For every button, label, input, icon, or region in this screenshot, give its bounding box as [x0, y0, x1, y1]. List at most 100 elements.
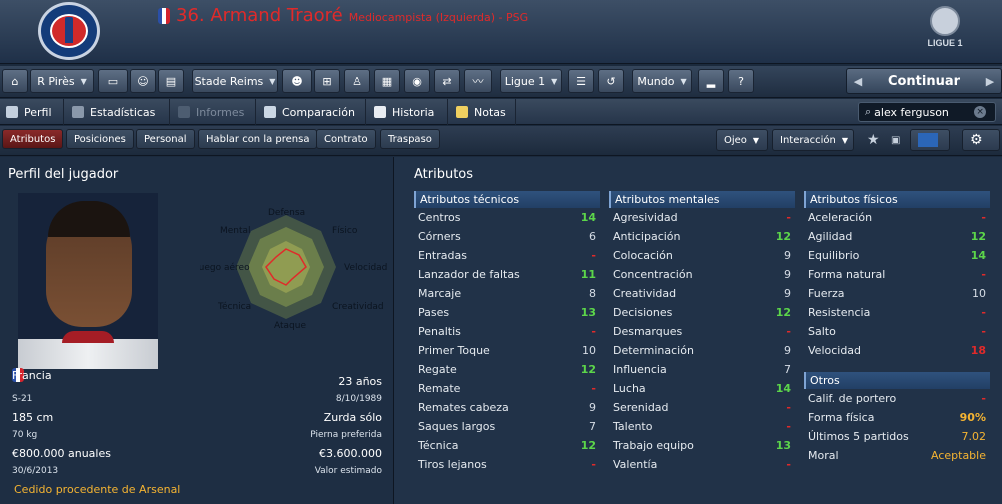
finances-icon[interactable]: 〰 [464, 69, 492, 93]
tactics-icon[interactable]: ⊞ [314, 69, 340, 93]
attribute-row[interactable]: Remate - [414, 379, 600, 398]
eye-select[interactable]: Ojeo ▼ [716, 129, 768, 151]
attribute-name: Talento [613, 420, 653, 433]
calendar-icon[interactable]: ▦ [374, 69, 400, 93]
swap-icon[interactable]: ↺ [598, 69, 624, 93]
attribute-row[interactable]: Decisiones 12 [609, 303, 795, 322]
attribute-value: 9 [784, 249, 791, 262]
world-select[interactable]: Mundo ▼ [632, 69, 692, 93]
subtab-posiciones[interactable]: Posiciones [66, 129, 134, 149]
attribute-row[interactable]: Marcaje 8 [414, 284, 600, 303]
attribute-row[interactable]: Regate 12 [414, 360, 600, 379]
attribute-row[interactable]: Valentía - [609, 455, 795, 474]
attribute-row[interactable]: Lucha 14 [609, 379, 795, 398]
attribute-row[interactable]: Desmarques - [609, 322, 795, 341]
attribute-row[interactable]: Colocación 9 [609, 246, 795, 265]
attribute-row[interactable]: Saques largos 7 [414, 417, 600, 436]
attribute-row[interactable]: Penaltis - [414, 322, 600, 341]
attribute-row[interactable]: Serenidad - [609, 398, 795, 417]
attribute-row[interactable]: Talento - [609, 417, 795, 436]
subtab-personal[interactable]: Personal [136, 129, 195, 149]
attribute-value: 7 [589, 420, 596, 433]
search-box: ⌕ × [858, 102, 996, 122]
attribute-row[interactable]: Creatividad 9 [609, 284, 795, 303]
radar-label-fisico: Físico [332, 226, 358, 236]
subtab-traspaso[interactable]: Traspaso [380, 129, 440, 149]
attribute-row[interactable]: Equilibrio 14 [804, 246, 990, 265]
home-icon[interactable]: ⌂ [2, 69, 28, 93]
attribute-row[interactable]: Trabajo equipo 13 [609, 436, 795, 455]
attribute-row[interactable]: Aceleración - [804, 208, 990, 227]
attribute-row[interactable]: Córners 6 [414, 227, 600, 246]
stadium-select[interactable]: Stade Reims ▼ [192, 69, 278, 93]
clear-search-icon[interactable]: × [974, 106, 987, 118]
wage-value: €800.000 anuales [12, 447, 111, 460]
star-icon[interactable]: ★ [860, 129, 880, 151]
attribute-row[interactable]: Determinación 9 [609, 341, 795, 360]
attribute-row[interactable]: Agilidad 12 [804, 227, 990, 246]
attribute-row[interactable]: Agresividad - [609, 208, 795, 227]
clipboard-icon[interactable]: ▤ [158, 69, 184, 93]
search-input[interactable] [874, 105, 975, 119]
interaction-select[interactable]: Interacción ▼ [772, 129, 854, 151]
attribute-value: 12 [775, 306, 791, 319]
tab-notas[interactable]: Notas [450, 99, 516, 125]
attribute-value: 12 [970, 230, 986, 243]
nation-row: Francia 23 años [12, 368, 382, 393]
squad-icon[interactable]: ▭ [98, 69, 128, 93]
attribute-row[interactable]: Salto - [804, 322, 990, 341]
attribute-name: Trabajo equipo [613, 439, 694, 452]
attribute-name: Agresividad [613, 211, 678, 224]
attribute-row[interactable]: Centros 14 [414, 208, 600, 227]
main-toolbar: ⌂ R Pirès ▼ ▭ ☺ ▤ Stade Reims ▼ ☻ ⊞ ♙ ▦ ◉ … [0, 66, 1002, 98]
attribute-row[interactable]: Fuerza 10 [804, 284, 990, 303]
tab-informes[interactable]: Informes [172, 99, 256, 125]
attribute-name: Equilibrio [808, 249, 860, 262]
tab-estadisticas[interactable]: Estadísticas [66, 99, 170, 125]
subtab-contrato[interactable]: Contrato [316, 129, 376, 149]
continue-button[interactable]: ◀ Continuar ▶ [846, 68, 1002, 94]
binoculars-icon[interactable]: ◉ [404, 69, 430, 93]
attribute-row[interactable]: Pases 13 [414, 303, 600, 322]
attribute-row[interactable]: Primer Toque 10 [414, 341, 600, 360]
attribute-row[interactable]: Velocidad 18 [804, 341, 990, 360]
subtab-atributos[interactable]: Atributos [2, 129, 64, 149]
attribute-value: - [591, 458, 596, 471]
notepad-icon[interactable]: ▣ [884, 129, 904, 151]
attribute-row[interactable]: Tiros lejanos - [414, 455, 600, 474]
next-arrow-icon[interactable]: ▶ [979, 69, 1001, 93]
manager-icon[interactable]: ▂ [698, 69, 724, 93]
subtab-prensa[interactable]: Hablar con la prensa [198, 129, 318, 149]
help-icon[interactable]: ? [728, 69, 754, 93]
staff-icon[interactable]: ☺ [130, 69, 156, 93]
player-role: Mediocampista (Izquierda) - PSG [348, 11, 529, 24]
trophy-icon[interactable]: ♙ [344, 69, 370, 93]
attribute-name: Saques largos [418, 420, 496, 433]
attribute-row[interactable]: Últimos 5 partidos 7.02 [804, 427, 990, 446]
view-toggle-icon[interactable] [910, 129, 950, 151]
tab-historia[interactable]: Historia [368, 99, 448, 125]
list-icon[interactable]: ☰ [568, 69, 594, 93]
people-icon[interactable]: ☻ [282, 69, 312, 93]
attribute-row[interactable]: Influencia 7 [609, 360, 795, 379]
attribute-row[interactable]: Lanzador de faltas 11 [414, 265, 600, 284]
attribute-row[interactable]: Concentración 9 [609, 265, 795, 284]
gear-icon[interactable]: ⚙ [962, 129, 1000, 151]
attribute-row[interactable]: Remates cabeza 9 [414, 398, 600, 417]
tab-comparacion[interactable]: Comparación [258, 99, 366, 125]
attribute-row[interactable]: Anticipación 12 [609, 227, 795, 246]
tab-perfil[interactable]: Perfil [0, 99, 64, 125]
attribute-value: 7.02 [961, 430, 987, 443]
previous-arrow-icon[interactable]: ◀ [847, 69, 869, 93]
transfers-icon[interactable]: ⇄ [434, 69, 460, 93]
league-select[interactable]: Ligue 1 ▼ [500, 69, 562, 93]
player-photo [18, 193, 158, 369]
attribute-row[interactable]: Forma natural - [804, 265, 990, 284]
attribute-row[interactable]: Calif. de portero - [804, 389, 990, 408]
attribute-row[interactable]: Resistencia - [804, 303, 990, 322]
attribute-row[interactable]: Forma física 90% [804, 408, 990, 427]
player-select[interactable]: R Pirès ▼ [30, 69, 94, 93]
attribute-row[interactable]: Moral Aceptable [804, 446, 990, 465]
attribute-row[interactable]: Técnica 12 [414, 436, 600, 455]
attribute-row[interactable]: Entradas - [414, 246, 600, 265]
